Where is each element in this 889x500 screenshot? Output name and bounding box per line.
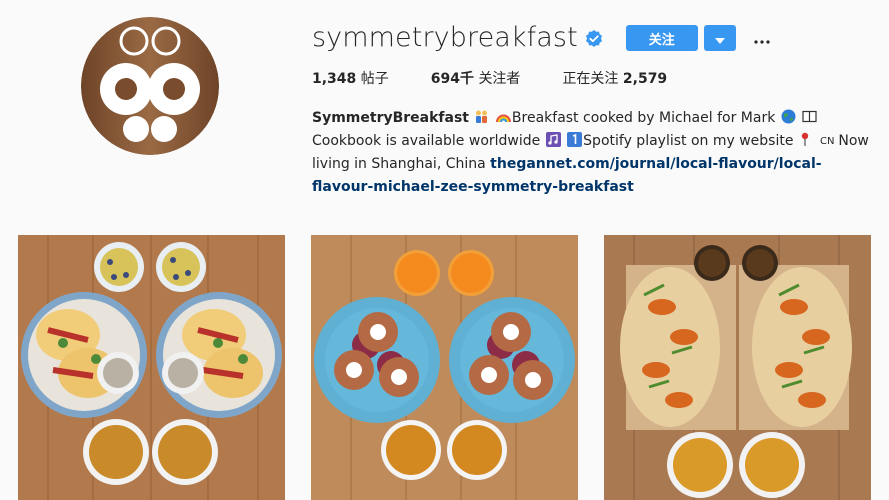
more-options-button[interactable] (752, 28, 772, 48)
post-thumbnail[interactable] (311, 235, 578, 500)
followers-label: 关注者 (478, 71, 521, 87)
number-one-emoji-icon (567, 132, 583, 147)
username: symmetrybreakfast (312, 22, 578, 53)
pin-emoji-icon (799, 132, 814, 147)
bio-text-3: Spotify playlist on my website (583, 133, 794, 149)
verified-badge-icon (584, 29, 604, 49)
globe-emoji-icon (781, 109, 796, 124)
chevron-down-icon (714, 29, 725, 48)
profile-avatar[interactable] (81, 17, 219, 155)
follow-button[interactable]: 关注 (625, 25, 698, 51)
bio-text-2: Cookbook is available worldwide (312, 133, 541, 149)
following-count: 2,579 (622, 71, 668, 87)
couple-emoji-icon (474, 109, 489, 124)
followers-count: 694千 (430, 71, 474, 87)
suggestions-dropdown-button[interactable] (703, 25, 736, 51)
profile-stats: 1,348 帖子 694千 关注者 正在关注 2,579 (312, 68, 709, 88)
profile-header: symmetrybreakfast 关注 1,348 帖子 694千 关注者 正… (312, 20, 872, 195)
book-emoji-icon (802, 109, 817, 124)
bio-text-1: Breakfast cooked by Michael for Mark (511, 110, 776, 126)
posts-count: 1,348 (312, 71, 357, 87)
post-thumbnail[interactable] (18, 235, 285, 500)
china-flag-emoji-icon: CN (820, 132, 837, 147)
post-thumbnail[interactable] (604, 235, 871, 500)
more-options-icon (754, 29, 770, 48)
followers-stat[interactable]: 694千 关注者 (431, 68, 521, 88)
full-name: SymmetryBreakfast (312, 110, 469, 126)
profile-bio: SymmetryBreakfast Breakfast cooked by Mi… (312, 107, 872, 199)
posts-label: 帖子 (360, 71, 389, 87)
following-label: 正在关注 (562, 71, 619, 87)
name-row: symmetrybreakfast 关注 (312, 20, 872, 56)
rainbow-emoji-icon (495, 109, 511, 124)
posts-stat: 1,348 帖子 (312, 68, 389, 88)
following-stat[interactable]: 正在关注 2,579 (562, 68, 667, 88)
svg-text:CN: CN (820, 136, 834, 147)
music-emoji-icon (545, 132, 561, 147)
